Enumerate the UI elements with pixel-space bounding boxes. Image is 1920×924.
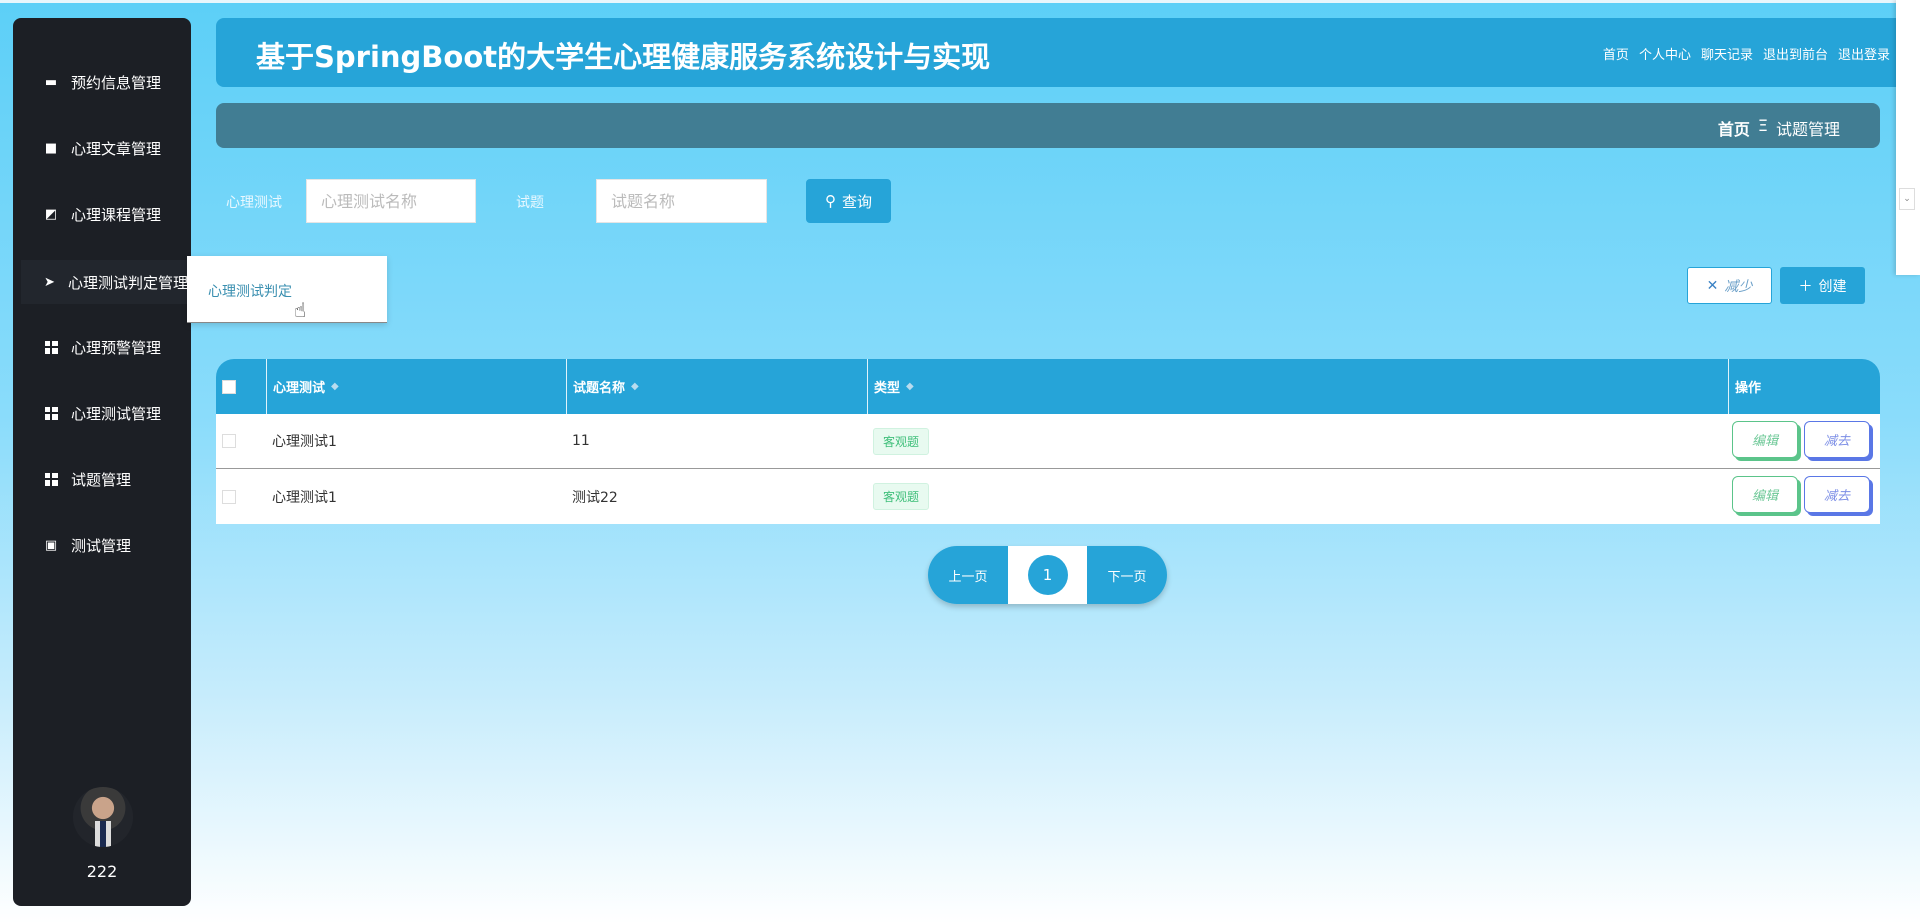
current-page[interactable]: 1 xyxy=(1027,555,1068,595)
sidebar-item-test-judgement[interactable]: ➤ 心理测试判定管理 xyxy=(21,260,188,304)
avatar[interactable] xyxy=(73,787,133,847)
nav-link-frontend[interactable]: 退出到前台 xyxy=(1763,44,1828,63)
select-all-checkbox[interactable] xyxy=(222,379,236,394)
header: 基于SpringBoot的大学生心理健康服务系统设计与实现 首页 个人中心 聊天… xyxy=(216,18,1896,87)
sidebar: ▬ 预约信息管理 ■ 心理文章管理 ◩ 心理课程管理 ➤ 心理测试判定管理 心理预警管理… xyxy=(13,18,191,906)
chart-icon: ◩ xyxy=(44,206,58,222)
sidebar-item-label: 心理文章管理 xyxy=(71,139,162,158)
nav-link-logout[interactable]: 退出登录 xyxy=(1838,44,1890,63)
page-number[interactable]: 1 xyxy=(1008,546,1087,604)
sidebar-item-label: 心理测试管理 xyxy=(71,404,162,423)
delete-button-label: 减少 xyxy=(1724,278,1753,295)
test-name-input[interactable] xyxy=(306,179,476,223)
sidebar-item-questions[interactable]: 试题管理 xyxy=(21,459,188,499)
edit-button[interactable]: 编辑 xyxy=(1732,421,1798,458)
submenu-dropdown: 心理测试判定 xyxy=(187,256,387,323)
table-row: 心理测试1 11 客观题 编辑 减去 xyxy=(216,414,1880,469)
breadcrumb: 首页 Ξ 试题管理 xyxy=(216,103,1880,148)
column-label: 操作 xyxy=(1735,381,1762,396)
column-actions: 操作 xyxy=(1728,359,1880,414)
search-icon: ⚲ xyxy=(824,193,836,210)
type-badge: 客观题 xyxy=(873,427,930,455)
search-button-label: 查询 xyxy=(841,193,872,211)
sidebar-item-label: 心理课程管理 xyxy=(71,205,162,224)
wallet-icon: ■ xyxy=(44,140,58,156)
edit-button[interactable]: 编辑 xyxy=(1732,476,1798,513)
column-question[interactable]: 试题名称 ◆ xyxy=(566,359,867,414)
cell-test: 心理测试1 xyxy=(272,434,337,450)
question-name-input[interactable] xyxy=(596,179,767,223)
nav-link-chat[interactable]: 聊天记录 xyxy=(1701,44,1753,63)
column-test[interactable]: 心理测试 ◆ xyxy=(266,359,566,414)
create-button[interactable]: ＋ 创建 xyxy=(1780,267,1865,304)
top-nav: 首页 个人中心 聊天记录 退出到前台 退出登录 xyxy=(1603,44,1890,63)
question-label: 试题 xyxy=(516,195,544,211)
pagination: 上一页 1 下一页 xyxy=(928,546,1167,604)
hand-cursor-icon: ☝ xyxy=(294,298,307,322)
row-checkbox[interactable] xyxy=(222,489,236,504)
create-button-label: 创建 xyxy=(1818,278,1847,295)
next-page-button[interactable]: 下一页 xyxy=(1087,546,1167,604)
prev-page-button[interactable]: 上一页 xyxy=(928,546,1008,604)
header-checkbox-cell xyxy=(216,359,266,414)
remove-button[interactable]: 减去 xyxy=(1804,421,1870,458)
column-type[interactable]: 类型 ◆ xyxy=(867,359,1728,414)
close-icon: ✕ xyxy=(1706,277,1719,294)
column-label: 类型 xyxy=(874,381,901,396)
delete-button[interactable]: ✕ 减少 xyxy=(1687,267,1772,304)
breadcrumb-current: 试题管理 xyxy=(1775,120,1840,139)
grid-icon xyxy=(43,405,59,421)
submenu-item-test-judgement[interactable]: 心理测试判定 xyxy=(208,281,292,301)
clipboard-icon: ▣ xyxy=(44,537,58,553)
grid-icon xyxy=(43,471,59,487)
sidebar-item-label: 试题管理 xyxy=(71,470,132,489)
sidebar-item-articles[interactable]: ■ 心理文章管理 xyxy=(21,128,188,168)
sidebar-item-label: 心理测试判定管理 xyxy=(67,273,188,292)
column-label: 试题名称 xyxy=(573,381,626,396)
nav-link-profile[interactable]: 个人中心 xyxy=(1639,44,1691,63)
cell-question: 11 xyxy=(572,433,590,449)
search-button[interactable]: ⚲ 查询 xyxy=(806,179,891,223)
remove-button[interactable]: 减去 xyxy=(1804,476,1870,513)
table-row: 心理测试1 测试22 客观题 编辑 减去 xyxy=(216,469,1880,524)
sidebar-item-exams[interactable]: ▣ 测试管理 xyxy=(21,525,188,565)
side-panel: ⌄ xyxy=(1896,0,1920,275)
row-checkbox[interactable] xyxy=(222,434,236,448)
cell-question: 测试22 xyxy=(572,489,618,506)
grid-icon xyxy=(43,339,59,355)
sidebar-item-label: 测试管理 xyxy=(71,536,132,555)
paper-plane-icon: ➤ xyxy=(44,274,55,290)
sort-icon[interactable]: ◆ xyxy=(631,381,639,392)
cell-test: 心理测试1 xyxy=(272,489,337,506)
plus-icon: ＋ xyxy=(1798,278,1813,295)
sort-icon[interactable]: ◆ xyxy=(331,381,339,392)
sidebar-item-label: 预约信息管理 xyxy=(71,73,162,92)
sidebar-item-appointments[interactable]: ▬ 预约信息管理 xyxy=(21,62,188,102)
nav-link-home[interactable]: 首页 xyxy=(1603,44,1629,63)
breadcrumb-home[interactable]: 首页 xyxy=(1718,116,1750,140)
column-label: 心理测试 xyxy=(273,381,326,396)
sidebar-item-courses[interactable]: ◩ 心理课程管理 xyxy=(21,194,188,234)
table-header: 心理测试 ◆ 试题名称 ◆ 类型 ◆ 操作 xyxy=(216,359,1880,414)
chevron-down-icon[interactable]: ⌄ xyxy=(1899,188,1915,210)
comment-icon: ▬ xyxy=(44,74,58,90)
breadcrumb-separator: Ξ xyxy=(1757,116,1768,135)
sidebar-item-warnings[interactable]: 心理预警管理 xyxy=(21,327,188,367)
sort-icon[interactable]: ◆ xyxy=(906,381,914,392)
top-line xyxy=(0,0,1920,3)
sidebar-item-label: 心理预警管理 xyxy=(71,338,162,357)
sidebar-item-tests[interactable]: 心理测试管理 xyxy=(21,393,188,433)
questions-table: 心理测试 ◆ 试题名称 ◆ 类型 ◆ 操作 心理测试1 11 客观题 编辑 减去 心理… xyxy=(216,359,1880,524)
type-badge: 客观题 xyxy=(873,483,930,510)
username: 222 xyxy=(86,862,118,881)
test-label: 心理测试 xyxy=(226,195,282,211)
page-title: 基于SpringBoot的大学生心理健康服务系统设计与实现 xyxy=(256,40,991,74)
